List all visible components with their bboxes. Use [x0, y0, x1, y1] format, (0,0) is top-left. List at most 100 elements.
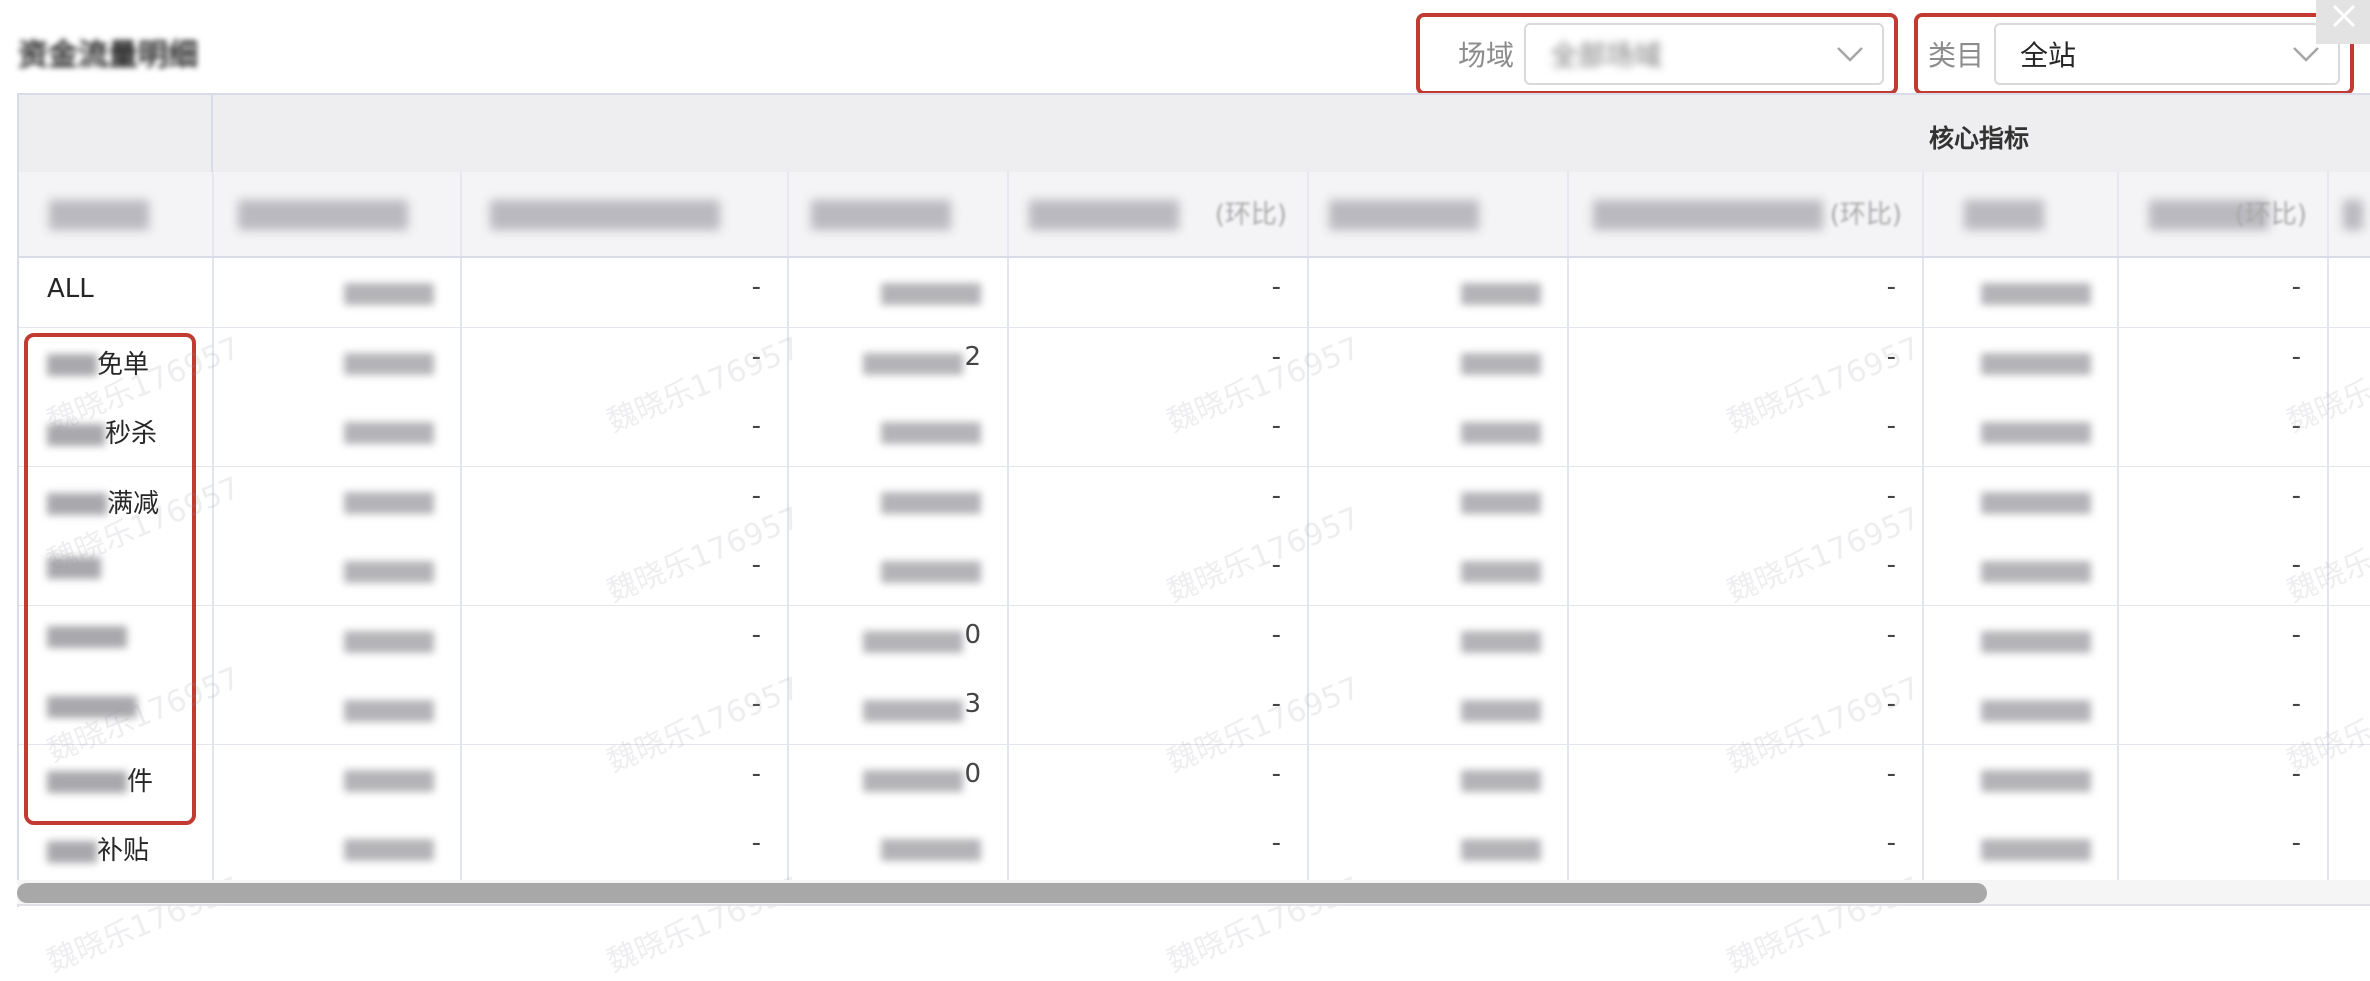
cell-value: - — [2291, 619, 2301, 650]
table-cell — [2329, 397, 2370, 466]
column-header-label: (环比) — [2234, 200, 2307, 230]
table-cell — [1309, 397, 1569, 466]
cell-value: - — [1271, 341, 1281, 372]
table-cell: - — [1569, 258, 1924, 327]
table-cell — [1309, 675, 1569, 744]
table-cell: - — [2119, 814, 2329, 883]
redacted-value — [344, 839, 434, 861]
row-name-highlight — [24, 333, 196, 825]
table-row[interactable]: 满减 - - - - — [19, 466, 2370, 538]
redacted-header-text — [811, 200, 951, 230]
table-cell: - — [462, 466, 789, 536]
column-header-cell[interactable] — [1309, 172, 1569, 256]
redacted-value — [1461, 491, 1541, 514]
row-name-cell: ALL — [19, 258, 214, 327]
column-header-cell[interactable] — [789, 172, 1009, 256]
row-name-text: ALL — [47, 274, 94, 304]
column-header-cell[interactable] — [19, 172, 214, 256]
redacted-value — [1461, 839, 1541, 861]
column-header-cell[interactable]: (环比) — [1569, 172, 1924, 256]
redacted-value — [344, 422, 434, 444]
cell-value: - — [2291, 550, 2301, 580]
cell-value: - — [1271, 828, 1281, 858]
table-cell: - — [1569, 397, 1924, 466]
column-header-row: (环比) (环比) (环比) — [19, 172, 2370, 258]
table-row[interactable]: - 0 - - - — [19, 605, 2370, 677]
table-cell: - — [2119, 675, 2329, 744]
table-cell — [2329, 606, 2370, 675]
column-header-cell[interactable] — [2329, 172, 2370, 256]
cell-value: - — [2291, 828, 2301, 858]
table-cell — [1924, 814, 2119, 883]
table-cell — [1924, 397, 2119, 466]
cell-value: 0 — [964, 758, 981, 789]
table-cell — [2329, 814, 2370, 883]
row-name-text: 补贴 — [47, 830, 149, 867]
redacted-header-text — [1029, 200, 1179, 230]
table-cell — [1924, 258, 2119, 327]
table-row[interactable]: 秒杀 - - - - — [19, 397, 2370, 468]
redacted-value — [1981, 352, 2091, 375]
cell-value: 2 — [964, 341, 981, 372]
cell-value: - — [2291, 758, 2301, 789]
table-cell — [1309, 466, 1569, 536]
redacted-value — [881, 283, 981, 305]
table-cell — [1924, 327, 2119, 397]
column-header-cell[interactable]: (环比) — [2119, 172, 2329, 256]
group-header-row: 核心指标 — [19, 95, 2370, 174]
scene-select-value: 全部场域 — [1550, 39, 1663, 72]
close-icon[interactable] — [2316, 0, 2370, 44]
group-divider — [211, 95, 213, 172]
chevron-down-icon — [1837, 47, 1863, 62]
table-row[interactable]: 件-0--- — [19, 744, 2370, 816]
redacted-value — [1461, 630, 1541, 653]
column-header-cell[interactable] — [214, 172, 462, 256]
redacted-header-text — [238, 200, 408, 230]
redacted-value — [344, 700, 434, 722]
table-cell: - — [462, 814, 789, 883]
table-cell — [1309, 605, 1569, 675]
table-cell: - — [1009, 814, 1309, 883]
table-cell — [214, 258, 462, 327]
table-cell — [1309, 744, 1569, 814]
table-cell: - — [1009, 605, 1309, 675]
redacted-value — [881, 561, 981, 583]
table-cell: - — [1009, 466, 1309, 536]
redacted-value — [1981, 283, 2091, 305]
table-cell: - — [1009, 327, 1309, 397]
table-row[interactable]: ---- — [19, 536, 2370, 607]
table-cell — [789, 258, 1009, 327]
cell-value: - — [2291, 689, 2301, 719]
table-cell: - — [1009, 675, 1309, 744]
table-cell: 2 — [789, 327, 1009, 397]
table-cell — [789, 536, 1009, 605]
cell-value: - — [2291, 341, 2301, 372]
scene-filter: 场域 全部场域 — [1416, 13, 1898, 95]
cell-value: - — [751, 619, 761, 650]
column-header-cell[interactable] — [1924, 172, 2119, 256]
redacted-value — [1981, 491, 2091, 514]
cell-value: - — [751, 341, 761, 372]
redacted-value — [1981, 422, 2091, 444]
table-row[interactable]: - 3 - - - — [19, 675, 2370, 746]
cell-value: - — [1886, 341, 1896, 372]
horizontal-scrollbar[interactable] — [17, 880, 2370, 906]
column-header-cell[interactable] — [462, 172, 789, 256]
cell-value: - — [1886, 480, 1896, 511]
table-cell — [214, 675, 462, 744]
table-cell: 0 — [789, 605, 1009, 675]
table-row[interactable]: 补贴 - - - - — [19, 814, 2370, 885]
table-row[interactable]: 免单 -2- - - — [19, 327, 2370, 399]
column-header-cell[interactable]: (环比) — [1009, 172, 1309, 256]
table-cell — [214, 814, 462, 883]
table-row[interactable]: ALL - - - - — [19, 258, 2370, 329]
cell-value: - — [1271, 689, 1281, 719]
redacted-value — [863, 769, 963, 792]
category-select[interactable]: 全站 — [1994, 23, 2340, 85]
table-cell — [214, 605, 462, 675]
scrollbar-thumb[interactable] — [17, 883, 1987, 903]
redacted-value — [1461, 283, 1541, 305]
cell-value: - — [1886, 689, 1896, 719]
scene-select[interactable]: 全部场域 — [1524, 23, 1884, 85]
table-cell: - — [2119, 744, 2329, 814]
